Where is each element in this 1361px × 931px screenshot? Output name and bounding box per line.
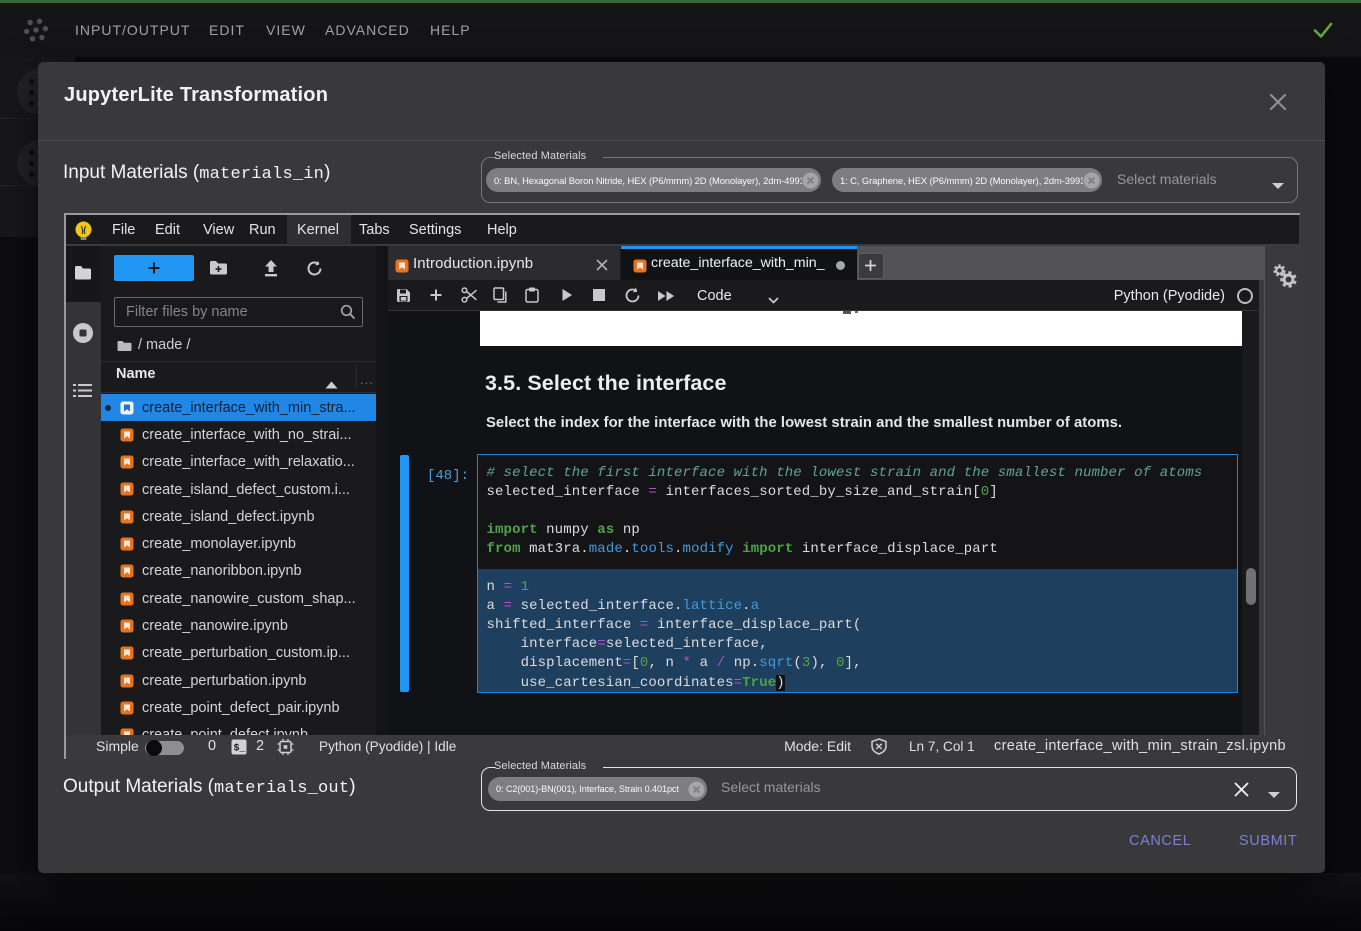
svg-text:$_: $_ xyxy=(234,743,247,755)
